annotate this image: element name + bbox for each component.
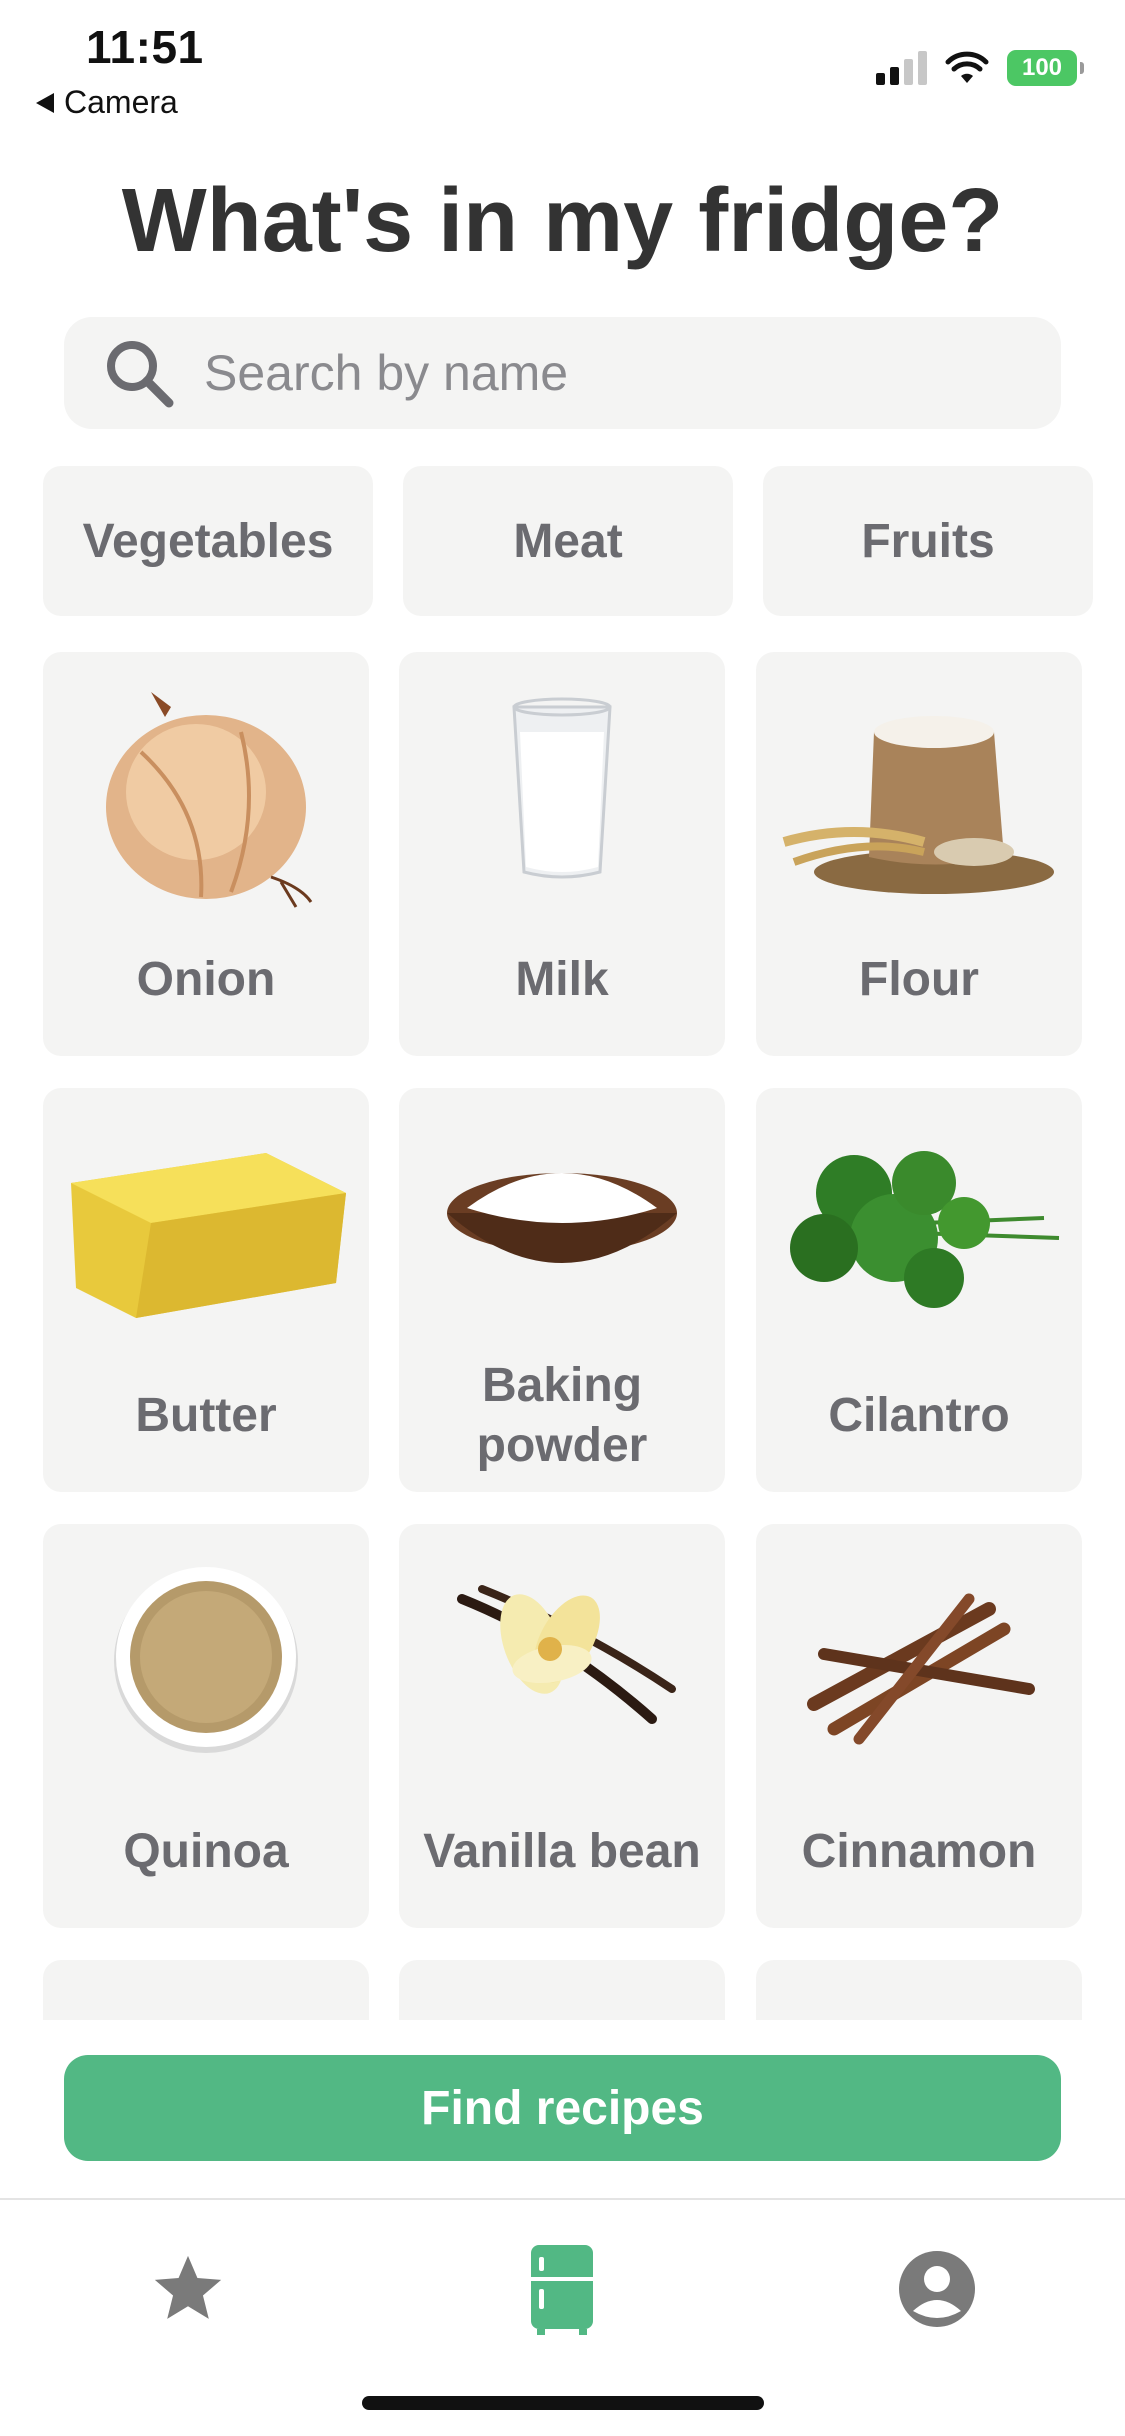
battery-icon: 100 — [1007, 50, 1084, 86]
ingredient-card-partial[interactable] — [399, 1960, 725, 2020]
search-input[interactable] — [204, 344, 1061, 402]
ingredient-card-quinoa[interactable]: Quinoa — [43, 1524, 369, 1928]
search-bar[interactable] — [64, 317, 1061, 429]
tab-profile[interactable] — [877, 2234, 997, 2344]
flour-image — [756, 652, 1082, 922]
star-icon — [154, 2255, 222, 2319]
ingredient-label: Vanilla bean — [423, 1825, 701, 1878]
wifi-icon — [945, 51, 989, 83]
cilantro-image — [756, 1088, 1082, 1358]
tab-fridge[interactable] — [502, 2234, 622, 2344]
page-title: What's in my fridge? — [121, 171, 1004, 271]
ingredient-card-flour[interactable]: Flour — [756, 652, 1082, 1056]
status-time: 11:51 — [86, 21, 204, 73]
tab-favorites[interactable] — [128, 2234, 248, 2344]
back-label: Camera — [64, 84, 178, 120]
partial-image — [896, 2018, 1016, 2020]
ingredient-label: Cinnamon — [801, 1825, 1037, 1878]
ingredient-card-baking-powder[interactable]: Baking powder — [399, 1088, 725, 1492]
ingredient-label: Milk — [515, 953, 609, 1006]
butter-image — [43, 1088, 369, 1358]
vanilla-bean-image — [399, 1524, 725, 1794]
baking-powder-image — [399, 1088, 725, 1358]
ingredient-label: Flour — [859, 953, 979, 1006]
milk-image — [399, 652, 725, 922]
ingredient-card-butter[interactable]: Butter — [43, 1088, 369, 1492]
fridge-icon — [531, 2245, 593, 2335]
category-vegetables[interactable]: Vegetables — [43, 466, 373, 616]
ingredient-card-partial[interactable] — [43, 1960, 369, 2020]
cinnamon-image — [756, 1524, 1082, 1794]
ingredient-card-onion[interactable]: Onion — [43, 652, 369, 1056]
ingredient-label: Cilantro — [828, 1389, 1010, 1442]
ingredient-label: Quinoa — [123, 1825, 289, 1878]
ingredient-card-cilantro[interactable]: Cilantro — [756, 1088, 1082, 1492]
profile-icon — [899, 2251, 975, 2327]
ingredient-label: Butter — [135, 1389, 277, 1442]
back-arrow-icon — [36, 92, 54, 113]
ingredient-card-partial[interactable] — [756, 1960, 1082, 2020]
search-icon — [84, 335, 194, 411]
onion-image — [43, 652, 369, 922]
category-fruits[interactable]: Fruits — [763, 466, 1093, 616]
status-indicators: 100 — [876, 50, 1084, 86]
find-recipes-button[interactable]: Find recipes — [64, 2055, 1061, 2161]
ingredient-card-vanilla-bean[interactable]: Vanilla bean — [399, 1524, 725, 1928]
ingredient-card-cinnamon[interactable]: Cinnamon — [756, 1524, 1082, 1928]
signal-icon — [876, 51, 927, 85]
home-indicator[interactable] — [362, 2396, 764, 2410]
quinoa-image — [43, 1524, 369, 1794]
category-meat[interactable]: Meat — [403, 466, 733, 616]
ingredient-grid: Onion Milk Flour Butter Baking powder Ci… — [0, 652, 1125, 2020]
back-to-camera[interactable]: Camera — [36, 84, 178, 121]
battery-level: 100 — [1021, 54, 1063, 81]
ingredient-label: Onion — [136, 953, 276, 1006]
ingredient-label: Baking powder — [476, 1359, 648, 1472]
ingredient-card-milk[interactable]: Milk — [399, 652, 725, 1056]
